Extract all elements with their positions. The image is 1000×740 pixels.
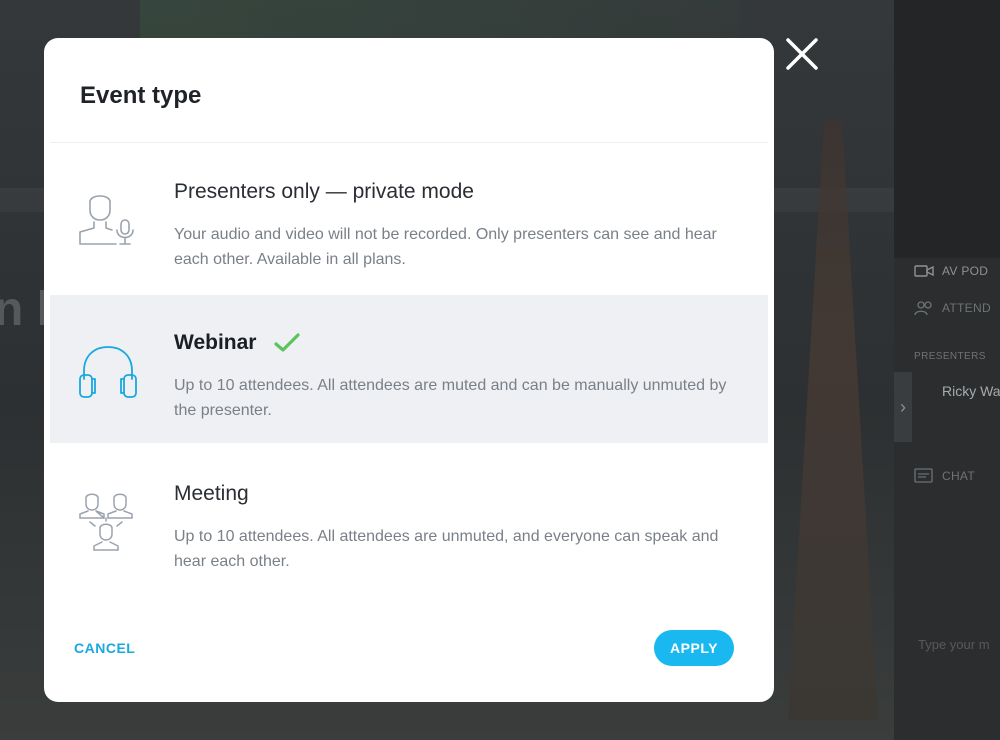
av-pod-item[interactable]: AV POD — [914, 263, 988, 279]
checkmark-icon — [274, 333, 301, 352]
chat-item[interactable]: CHAT — [914, 468, 975, 484]
presenter-mic-icon — [79, 195, 134, 245]
option-title-text: Presenters only — private mode — [174, 180, 474, 203]
option-description: Up to 10 attendees. All attendees are mu… — [174, 377, 727, 419]
option-title: Presenters only — private mode — [174, 180, 474, 204]
option-title: Meeting — [174, 482, 249, 506]
option-description: Your audio and video will not be recorde… — [174, 226, 717, 268]
chat-input-placeholder[interactable]: Type your m — [918, 637, 990, 652]
dialog-title: Event type — [80, 82, 202, 109]
attendees-item[interactable]: ATTEND — [914, 300, 991, 316]
chat-icon — [914, 468, 933, 483]
option-presenters-only[interactable]: Presenters only — private mode Your audi… — [50, 144, 768, 292]
cancel-button[interactable]: CANCEL — [74, 634, 150, 662]
video-area — [894, 0, 1000, 258]
option-webinar[interactable]: Webinar Up to 10 attendees. All attendee… — [50, 295, 768, 443]
presenters-section-label: PRESENTERS — [914, 351, 986, 362]
attendees-label: ATTEND — [942, 301, 991, 315]
group-icon — [79, 493, 133, 551]
option-description: Up to 10 attendees. All attendees are un… — [174, 528, 719, 570]
av-pod-label: AV POD — [942, 264, 989, 278]
option-title-text: Webinar — [174, 331, 257, 354]
close-icon[interactable] — [784, 36, 820, 72]
option-title: Webinar — [174, 331, 301, 355]
event-type-dialog: Event type Presenters only — private mod… — [44, 38, 774, 702]
option-title-text: Meeting — [174, 482, 249, 505]
apply-button[interactable]: APPLY — [654, 630, 734, 666]
attendees-icon — [914, 301, 932, 316]
collapse-panel-button[interactable]: › — [894, 372, 912, 442]
chevron-right-icon: › — [900, 397, 906, 417]
chat-label: CHAT — [942, 469, 975, 483]
video-camera-icon — [914, 265, 934, 277]
option-meeting[interactable]: Meeting Up to 10 attendees. All attendee… — [50, 446, 768, 594]
presenter-name: Ricky Wa — [942, 383, 1000, 399]
title-divider — [50, 142, 768, 143]
headphones-icon — [79, 346, 137, 398]
side-panel: › AV POD ATTEND PRESENTERS Ricky Wa CHAT… — [894, 0, 1000, 740]
